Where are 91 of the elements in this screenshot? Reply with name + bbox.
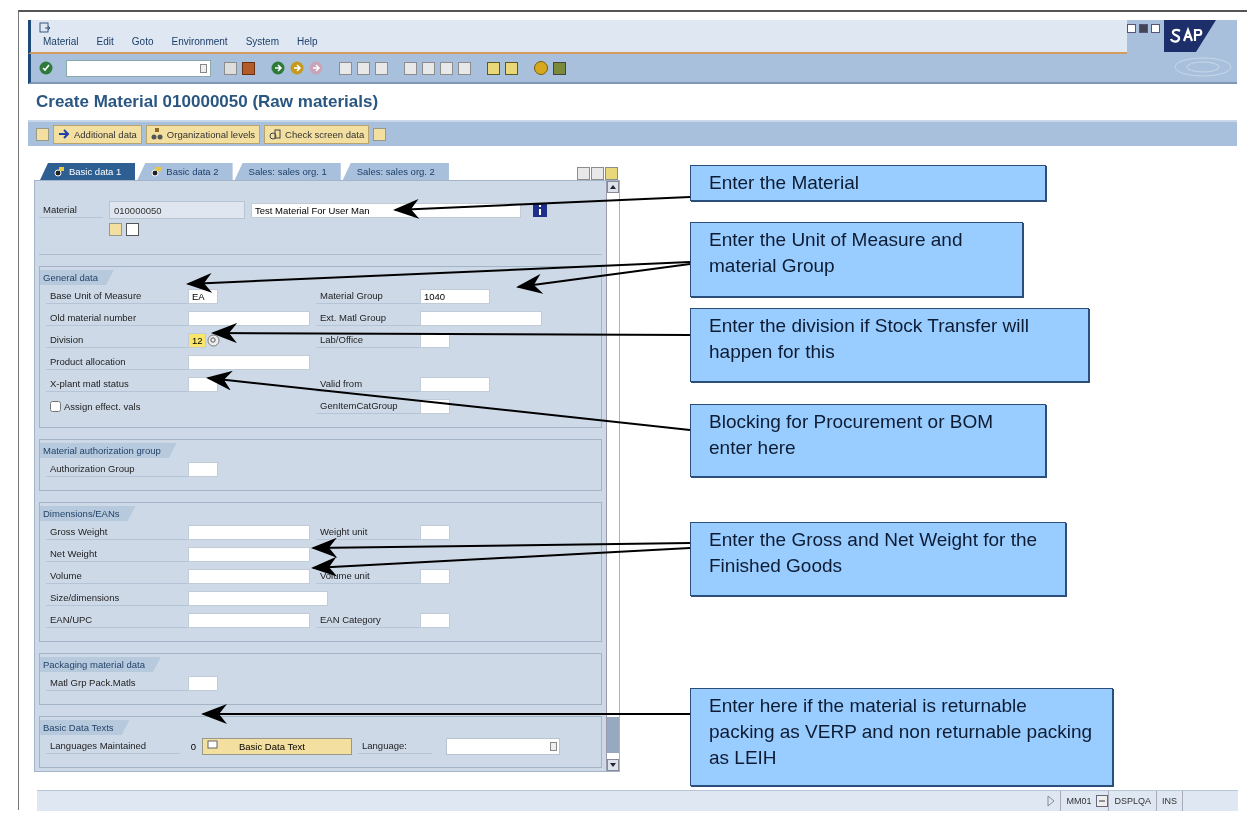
callout-note: Blocking for Procurement or BOM enter here (690, 404, 1046, 477)
input-field[interactable] (188, 310, 310, 326)
field-label: Assign effect. vals (64, 400, 142, 412)
window-menu-icon[interactable] (39, 22, 51, 34)
section-title: Packaging material data (40, 657, 161, 672)
text-icon (207, 740, 219, 752)
field-label: Base Unit of Measure (46, 288, 188, 304)
field-label: Authorization Group (46, 461, 188, 477)
back-icon[interactable] (271, 61, 285, 75)
input-field[interactable] (420, 310, 542, 326)
language-count: 0 (189, 740, 196, 752)
input-field[interactable] (420, 524, 450, 540)
dropdown-icon[interactable] (200, 63, 207, 73)
toolbar-button[interactable]: Organizational levels (145, 124, 261, 144)
tab[interactable]: Sales: sales org. 2 (342, 163, 449, 180)
toolbar-button[interactable]: Check screen data (264, 124, 370, 144)
section-title: General data (40, 270, 114, 285)
dropdown-icon[interactable] (550, 741, 557, 751)
input-field[interactable] (420, 568, 450, 584)
section-title: Material authorization group (40, 443, 177, 458)
scroll-up-icon[interactable] (607, 181, 619, 193)
section-title: Basic Data Texts (40, 720, 130, 735)
status-field: DSPLQA (1108, 791, 1156, 811)
field-label: Net Weight (46, 546, 188, 562)
callout-note: Enter the division if Stock Transfer will happen for this (690, 308, 1089, 382)
input-field[interactable]: EA (188, 288, 218, 304)
field-label: Division (46, 332, 188, 348)
status-field: INS (1156, 791, 1182, 811)
checkbox[interactable] (50, 400, 61, 412)
input-field[interactable]: 12 (188, 332, 206, 348)
org-levels-icon (150, 128, 163, 140)
tab-status-icon (151, 166, 163, 177)
arrow-icon (58, 129, 70, 139)
input-field[interactable]: 1040 (420, 288, 490, 304)
scroll-thumb[interactable] (607, 717, 619, 753)
menu-item[interactable]: Edit (92, 36, 118, 47)
check-screen-icon (269, 128, 282, 140)
command-field[interactable] (66, 59, 211, 77)
menu-item[interactable]: Material (39, 36, 83, 47)
field-label: Languages Maintained (46, 738, 180, 754)
input-field[interactable] (188, 675, 218, 691)
input-field[interactable] (188, 524, 310, 540)
field-label: Language: (358, 738, 432, 754)
menu-item[interactable]: Environment (167, 36, 232, 47)
input-field[interactable] (420, 612, 450, 628)
search-help-icon[interactable] (207, 333, 220, 347)
field-label: X-plant matl status (46, 376, 188, 392)
scroll-down-icon[interactable] (607, 759, 619, 771)
tab[interactable]: Sales: sales org. 1 (234, 163, 341, 180)
menu-item[interactable]: System (241, 36, 283, 47)
input-field[interactable] (188, 568, 310, 584)
material-number-field: 010000050 (109, 201, 245, 219)
section-title: Dimensions/EANs (40, 506, 136, 521)
menu-item[interactable]: Goto (127, 36, 158, 47)
field-label: EAN/UPC (46, 612, 188, 628)
toolbar-button[interactable]: Additional data (53, 124, 142, 144)
field-label: Old material number (46, 310, 188, 326)
exit-icon[interactable] (290, 61, 304, 75)
tab[interactable]: Basic data 2 (137, 163, 233, 180)
input-field[interactable] (188, 354, 310, 370)
enter-check-icon[interactable] (39, 61, 53, 75)
callout-note: Enter here if the material is returnable packing as VERP and non returnable packing as LEIH (690, 688, 1113, 786)
cancel-icon[interactable] (309, 61, 323, 75)
input-field[interactable] (188, 461, 218, 477)
maximize-icon[interactable] (1139, 24, 1148, 33)
scrollbar[interactable] (606, 181, 619, 771)
tab[interactable]: Basic data 1 (40, 163, 136, 180)
input-field[interactable] (188, 590, 328, 606)
callout-note: Enter the Gross and Net Weight for the Finished Goods (690, 522, 1066, 596)
expand-icon[interactable] (1046, 795, 1057, 807)
language-dropdown[interactable] (446, 737, 560, 755)
close-icon[interactable] (1151, 24, 1160, 33)
sap-logo (1164, 20, 1216, 52)
input-field[interactable] (420, 376, 490, 392)
callout-note: Enter the Unit of Measure and material Group (690, 222, 1023, 297)
menu-item[interactable]: Help (293, 36, 322, 47)
description-field[interactable]: Test Material For User Man (251, 202, 521, 218)
basic-data-text-button[interactable]: Basic Data Text (202, 737, 352, 755)
field-label: Size/dimensions (46, 590, 188, 606)
input-field[interactable] (188, 546, 310, 562)
screen-title: Create Material 010000050 (Raw materials) (36, 92, 380, 112)
ripple-drawing (1173, 56, 1233, 78)
tab-status-icon (54, 166, 65, 177)
callout-note: Enter the Material (690, 165, 1046, 201)
minimize-icon[interactable] (1127, 24, 1136, 33)
field-label: Product allocation (46, 354, 188, 370)
field-label: Gross Weight (46, 524, 188, 540)
field-label: Material (39, 202, 103, 218)
field-label: Volume (46, 568, 188, 584)
input-field[interactable] (188, 612, 310, 628)
field-label: Matl Grp Pack.Matls (46, 675, 188, 691)
